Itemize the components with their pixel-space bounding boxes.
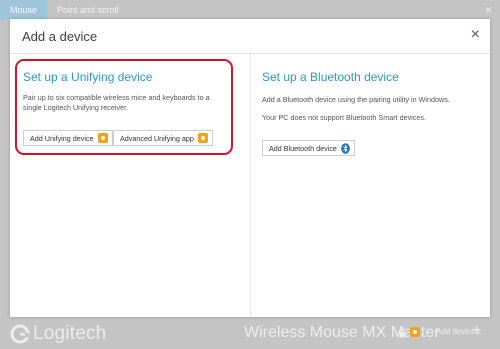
unifying-icon [410, 327, 420, 337]
add-bluetooth-device-button[interactable]: Add Bluetooth device [262, 140, 355, 156]
add-device-plus-icon[interactable]: + [472, 322, 481, 340]
tab-point-and-scroll[interactable]: Point and scroll [47, 0, 129, 20]
dialog-header: Add a device × [10, 19, 490, 54]
logitech-logo: Logitech [10, 323, 106, 345]
bluetooth-section-title: Set up a Bluetooth device [262, 70, 399, 84]
battery-icon [399, 328, 405, 338]
bluetooth-icon [341, 142, 350, 154]
close-icon[interactable]: × [471, 27, 480, 43]
app-footer: Logitech Wireless Mouse MX Master Add de… [0, 314, 500, 349]
logo-text: Logitech [33, 323, 107, 344]
add-bluetooth-device-label: Add Bluetooth device [269, 143, 337, 153]
dialog-title: Add a device [22, 29, 98, 44]
bluetooth-support-note: Your PC does not support Bluetooth Smart… [262, 113, 426, 122]
bluetooth-description: Add a Bluetooth device using the pairing… [262, 95, 450, 104]
unifying-highlight-box [15, 59, 233, 155]
add-device-dialog: Add a device × Set up a Unifying device … [10, 19, 490, 317]
app-close-icon[interactable]: × [485, 3, 492, 17]
section-divider [250, 54, 251, 317]
app-tab-bar: Mouse Point and scroll [0, 0, 500, 20]
logitech-logo-mark-icon [10, 324, 30, 344]
tab-mouse[interactable]: Mouse [0, 0, 48, 20]
